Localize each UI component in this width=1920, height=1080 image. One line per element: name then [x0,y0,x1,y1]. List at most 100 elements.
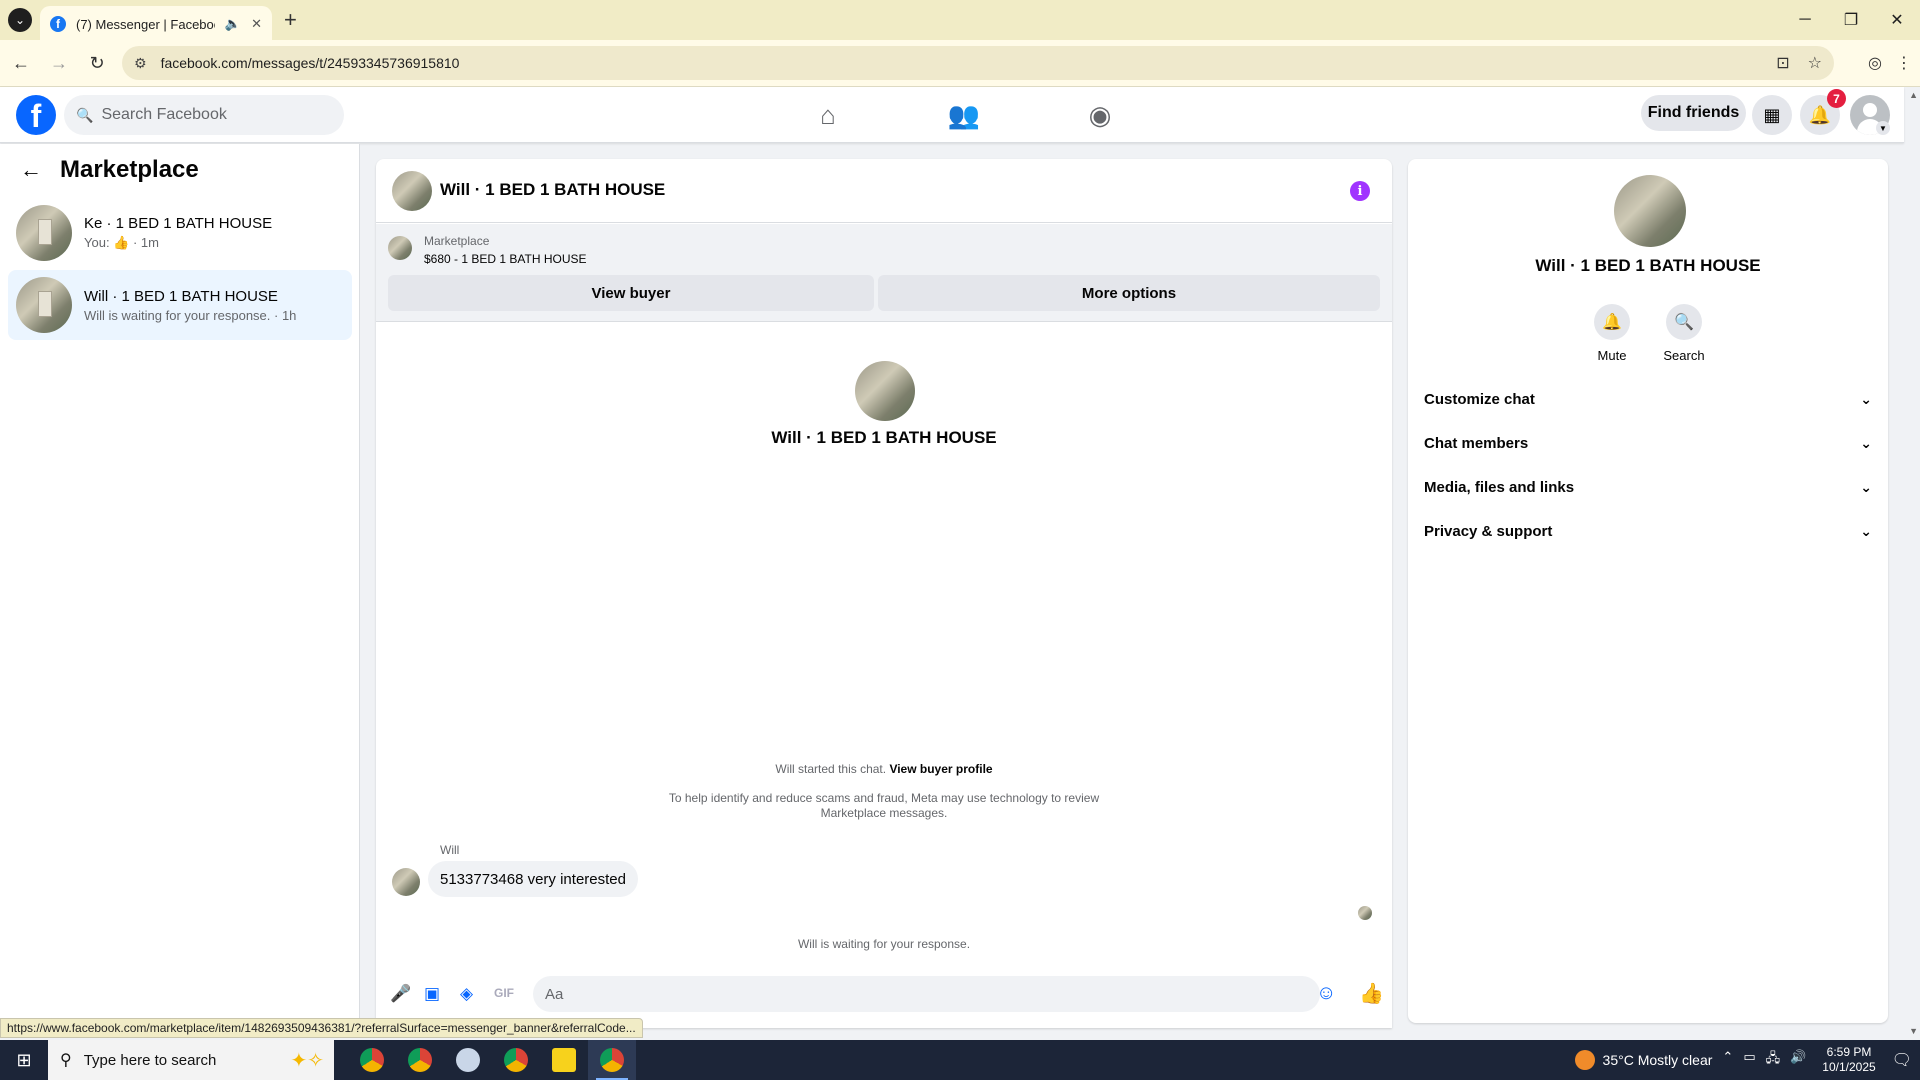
close-tab-icon[interactable]: ✕ [251,16,262,32]
message-composer: 🎤 ▣ ◈ GIF Aa ☺ 👍 [376,969,1392,1019]
conversation-preview: Will is waiting for your response. · 1h [84,307,297,323]
microphone-icon[interactable]: 🎤 [390,984,411,1004]
message-sender: Will [440,843,460,857]
chrome-app-icon-active[interactable] [588,1040,636,1080]
tab-title: (7) Messenger | Facebook [76,16,215,32]
browser-tab[interactable]: f (7) Messenger | Facebook 🔈 ✕ [40,6,272,42]
weather-icon [1574,1050,1595,1070]
back-arrow-icon[interactable]: ← [20,157,42,183]
chevron-down-icon: ⌄ [8,8,32,32]
facebook-header: f 🔍 Search Facebook ⌂ 👥 ◉ Find friends ▦… [0,87,1904,143]
close-window-icon[interactable]: ✕ [1874,0,1920,40]
forward-arrow-icon[interactable]: → [42,46,76,80]
thumbs-up-icon[interactable]: 👍 [1359,981,1384,1006]
clock-time: 6:59 PM [1826,1045,1872,1059]
meet-icon[interactable]: ▭ [1743,1049,1755,1071]
facebook-search-input[interactable]: 🔍 Search Facebook [64,95,344,135]
read-receipt-avatar [1358,906,1372,920]
chevron-down-icon: ⌄ [1860,390,1872,407]
link-preview-status: https://www.facebook.com/marketplace/ite… [0,1018,643,1038]
search-conversation-button[interactable]: 🔍 Search [1654,304,1714,363]
weather-text: 35°C Mostly clear [1602,1052,1713,1068]
listing-thumbnail[interactable] [388,236,412,260]
gif-icon[interactable]: GIF [494,986,514,1000]
chat-avatar[interactable] [392,171,432,211]
details-name: Will · 1 BED 1 BATH HOUSE [1535,256,1761,275]
chevron-down-icon[interactable]: ▼ [1876,121,1890,135]
notification-count-badge: 7 [1827,89,1846,108]
panel-title: Marketplace [60,156,199,183]
chrome-app-icon[interactable] [492,1040,540,1080]
conversation-item[interactable]: Ke · 1 BED 1 BATH HOUSE You: 👍 · 1m [8,198,352,268]
new-tab-button[interactable]: + [284,7,297,33]
listing-title[interactable]: $680 - 1 BED 1 BATH HOUSE [424,252,587,266]
sparkle-icon: ✦✧ [290,1049,324,1072]
browser-menu-icon[interactable]: ⋮ [1896,53,1912,73]
bookmark-star-icon[interactable]: ☆ [1808,53,1822,73]
window-controls: ─ ❐ ✕ [1782,0,1920,40]
minimize-icon[interactable]: ─ [1782,0,1828,40]
address-bar[interactable]: ⚙ facebook.com/messages/t/24593345736915… [122,46,1834,80]
install-app-icon[interactable]: ⊡ [1776,53,1789,73]
back-arrow-icon[interactable]: ← [4,46,38,80]
waiting-status: Will is waiting for your response. [797,937,971,951]
windows-start-icon[interactable]: ⊞ [0,1040,48,1080]
scroll-up-icon[interactable]: ▲ [1909,90,1918,100]
site-info-icon[interactable]: ⚙ [134,55,147,72]
search-icon: 🔍 [76,106,94,123]
section-customize-chat[interactable]: Customize chat ⌄ [1424,385,1872,413]
info-icon[interactable]: i [1350,181,1370,201]
chrome-app-icon[interactable] [348,1040,396,1080]
scroll-down-icon[interactable]: ▼ [1909,1026,1918,1036]
url-text: facebook.com/messages/t/2459334573691581… [160,55,460,71]
chevron-up-icon[interactable]: ⌃ [1722,1049,1733,1071]
profile-icon[interactable]: ◎ [1868,53,1882,73]
browser-toolbar: ← → ↻ ⚙ facebook.com/messages/t/24593345… [0,40,1920,87]
mute-button[interactable]: 🔔 Mute [1582,304,1642,363]
groups-icon[interactable]: ◉ [1032,87,1168,143]
chevron-down-icon: ⌄ [1860,522,1872,539]
conversation-name: Will · 1 BED 1 BATH HOUSE [84,287,278,305]
view-buyer-button[interactable]: View buyer [388,275,874,311]
search-icon: ⚲ [60,1052,72,1069]
conversation-avatar [16,205,72,261]
find-friends-button[interactable]: Find friends [1641,95,1746,131]
weather-widget[interactable]: 35°C Mostly clear [1574,1050,1713,1070]
conversation-item-active[interactable]: Will · 1 BED 1 BATH HOUSE Will is waitin… [8,270,352,340]
clock[interactable]: 6:59 PM 10/1/2025 [1822,1045,1875,1075]
photo-icon[interactable]: ▣ [424,984,440,1004]
conversation-name: Ke · 1 BED 1 BATH HOUSE [84,215,273,232]
sticker-icon[interactable]: ◈ [460,984,473,1004]
network-icon[interactable]: 🖧 [1766,1049,1781,1071]
facebook-logo-icon[interactable]: f [16,95,56,135]
notification-center-icon[interactable]: 🗨 [1892,1050,1912,1070]
speaker-muted-icon[interactable]: 🔈 [225,16,241,32]
section-chat-members[interactable]: Chat members ⌄ [1424,429,1872,457]
view-buyer-profile-link[interactable]: View buyer profile [889,762,992,776]
conversation-preview: You: 👍 · 1m [84,235,159,250]
app-icon[interactable] [444,1040,492,1080]
restore-icon[interactable]: ❐ [1828,0,1874,40]
section-media-files-links[interactable]: Media, files and links ⌄ [1424,473,1872,501]
menu-grid-icon[interactable]: ▦ [1752,95,1792,135]
sender-avatar[interactable] [392,868,420,896]
sticky-notes-icon[interactable] [540,1040,588,1080]
emoji-icon[interactable]: ☺ [1316,982,1336,1005]
message-bubble[interactable]: 5133773468 very interested [428,861,638,897]
friends-icon[interactable]: 👥 [896,87,1032,143]
taskbar-search-input[interactable]: ⚲ Type here to search ✦✧ [48,1040,334,1080]
chrome-app-icon[interactable] [396,1040,444,1080]
chat-title[interactable]: Will · 1 BED 1 BATH HOUSE [440,180,665,200]
message-input[interactable]: Aa [533,976,1320,1012]
home-icon[interactable]: ⌂ [760,87,896,143]
facebook-favicon-icon: f [50,16,66,32]
section-privacy-support[interactable]: Privacy & support ⌄ [1424,517,1872,545]
marketplace-label: Marketplace [424,234,490,248]
reload-icon[interactable]: ↻ [80,46,114,80]
details-avatar[interactable] [1614,175,1686,247]
more-options-button[interactable]: More options [878,275,1380,311]
tab-search-button[interactable]: ⌄ [0,0,40,40]
volume-icon[interactable]: 🔊 [1790,1049,1806,1071]
chevron-down-icon: ⌄ [1860,478,1872,495]
conversation-avatar [16,277,72,333]
